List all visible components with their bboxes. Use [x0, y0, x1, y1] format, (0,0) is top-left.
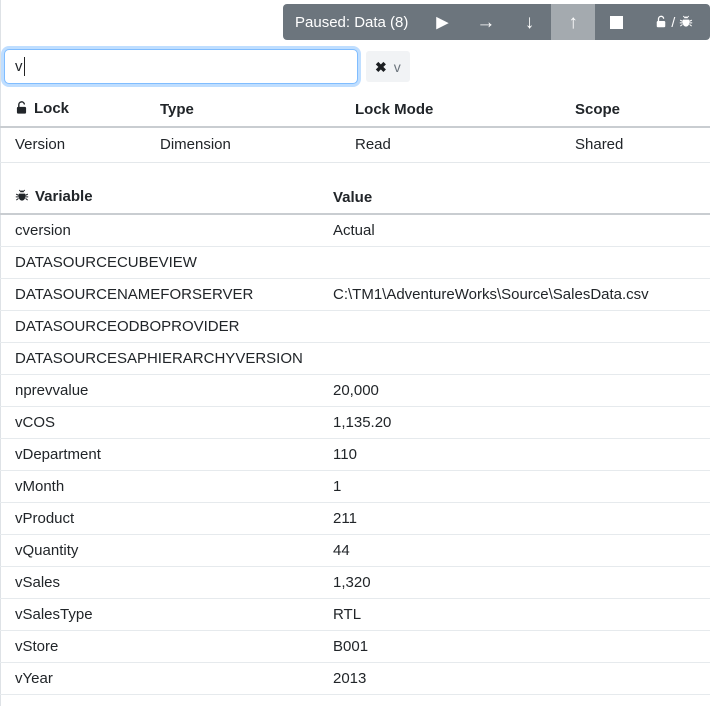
lock-header-cell: Lock	[0, 93, 145, 127]
variable-row: vSales 1,320	[0, 566, 710, 598]
step-over-icon: →	[476, 13, 495, 32]
variable-name-cell: vCOS	[0, 406, 318, 438]
step-out-button[interactable]: ↑	[551, 4, 595, 40]
type-header-cell: Type	[145, 93, 340, 127]
play-icon: ▶	[436, 15, 448, 30]
variable-row: DATASOURCEODBOPROVIDER	[0, 310, 710, 342]
variable-value-cell: 44	[318, 534, 710, 566]
variable-value-cell: 2013	[318, 662, 710, 694]
lock-scope-cell: Shared	[560, 127, 710, 162]
step-into-icon: ↓	[525, 13, 535, 32]
variable-name-cell: cversion	[0, 214, 318, 246]
variable-row: vDepartment 110	[0, 438, 710, 470]
lock-table-header-row: Lock Type Lock Mode Scope	[0, 93, 710, 127]
variable-name-cell: DATASOURCEODBOPROVIDER	[0, 310, 318, 342]
variable-name-cell: vSalesType	[0, 598, 318, 630]
step-into-button[interactable]: ↓	[508, 4, 552, 40]
step-out-icon: ↑	[568, 13, 578, 32]
variable-value-cell: 20,000	[318, 374, 710, 406]
stop-button[interactable]	[595, 4, 639, 40]
clear-filter-icon[interactable]: ✖	[375, 60, 387, 74]
variable-name-cell: nprevvalue	[0, 374, 318, 406]
run-button[interactable]: ▶	[420, 4, 464, 40]
text-caret	[24, 57, 26, 76]
locks-breakpoints-button[interactable]: /	[639, 4, 710, 40]
variable-name-cell: vMonth	[0, 470, 318, 502]
variable-value-cell: 1,135.20	[318, 406, 710, 438]
variable-name-cell: vDepartment	[0, 438, 318, 470]
variable-row: vSalesType RTL	[0, 598, 710, 630]
search-input-value: v	[15, 58, 23, 75]
lock-header-label: Lock	[34, 100, 69, 117]
variable-row: vYear 2013	[0, 662, 710, 694]
filter-text: v	[394, 59, 401, 75]
stop-icon	[610, 16, 623, 29]
variable-value-cell	[318, 310, 710, 342]
variable-value-cell: B001	[318, 630, 710, 662]
variable-value-cell: 1	[318, 470, 710, 502]
lock-table: Lock Type Lock Mode Scope Version Dimens…	[0, 93, 710, 163]
variable-value-cell: C:\TM1\AdventureWorks\Source\SalesData.c…	[318, 278, 710, 310]
variable-name-cell: vQuantity	[0, 534, 318, 566]
variable-header-cell: Variable	[0, 182, 318, 214]
lock-mode-cell: Read	[340, 127, 560, 162]
variable-value-cell: 1,320	[318, 566, 710, 598]
value-header-cell: Value	[318, 182, 710, 214]
variable-name-cell: vSales	[0, 566, 318, 598]
slash-separator: /	[671, 14, 675, 30]
bug-icon	[15, 189, 29, 207]
variable-row: nprevvalue 20,000	[0, 374, 710, 406]
filter-chip: ✖ v	[366, 51, 410, 82]
pause-status-label: Paused: Data (8)	[283, 4, 420, 40]
variable-value-cell: 211	[318, 502, 710, 534]
variable-row: DATASOURCENAMEFORSERVER C:\TM1\Adventure…	[0, 278, 710, 310]
lock-row: Version Dimension Read Shared	[0, 127, 710, 162]
variable-row: vProduct 211	[0, 502, 710, 534]
lock-type-cell: Dimension	[145, 127, 340, 162]
variable-table: Variable Value cversion Actual DATASOURC…	[0, 182, 710, 695]
variable-value-cell: Actual	[318, 214, 710, 246]
variable-row: vStore B001	[0, 630, 710, 662]
variable-value-cell: RTL	[318, 598, 710, 630]
variable-name-cell: DATASOURCECUBEVIEW	[0, 246, 318, 278]
variable-name-cell: vYear	[0, 662, 318, 694]
variable-row: vQuantity 44	[0, 534, 710, 566]
variable-row: DATASOURCECUBEVIEW	[0, 246, 710, 278]
lock-icon	[655, 15, 667, 29]
variable-value-cell	[318, 342, 710, 374]
variable-row: vMonth 1	[0, 470, 710, 502]
lock-icon	[15, 101, 28, 119]
lock-name-cell: Version	[0, 127, 145, 162]
scope-header-cell: Scope	[560, 93, 710, 127]
variable-header-label: Variable	[35, 188, 93, 205]
variable-row: cversion Actual	[0, 214, 710, 246]
variable-table-header-row: Variable Value	[0, 182, 710, 214]
variable-name-cell: vStore	[0, 630, 318, 662]
lock-mode-header-cell: Lock Mode	[340, 93, 560, 127]
variable-row: DATASOURCESAPHIERARCHYVERSION	[0, 342, 710, 374]
bug-icon	[679, 15, 693, 29]
variable-value-cell: 110	[318, 438, 710, 470]
debugger-panel: Paused: Data (8) ▶ → ↓ ↑ /	[0, 0, 720, 706]
debugger-toolbar: Paused: Data (8) ▶ → ↓ ↑ /	[283, 4, 710, 40]
search-input[interactable]: v	[4, 49, 358, 84]
variable-name-cell: DATASOURCENAMEFORSERVER	[0, 278, 318, 310]
variable-name-cell: DATASOURCESAPHIERARCHYVERSION	[0, 342, 318, 374]
variable-value-cell	[318, 246, 710, 278]
step-over-button[interactable]: →	[464, 4, 508, 40]
variable-row: vCOS 1,135.20	[0, 406, 710, 438]
variable-name-cell: vProduct	[0, 502, 318, 534]
